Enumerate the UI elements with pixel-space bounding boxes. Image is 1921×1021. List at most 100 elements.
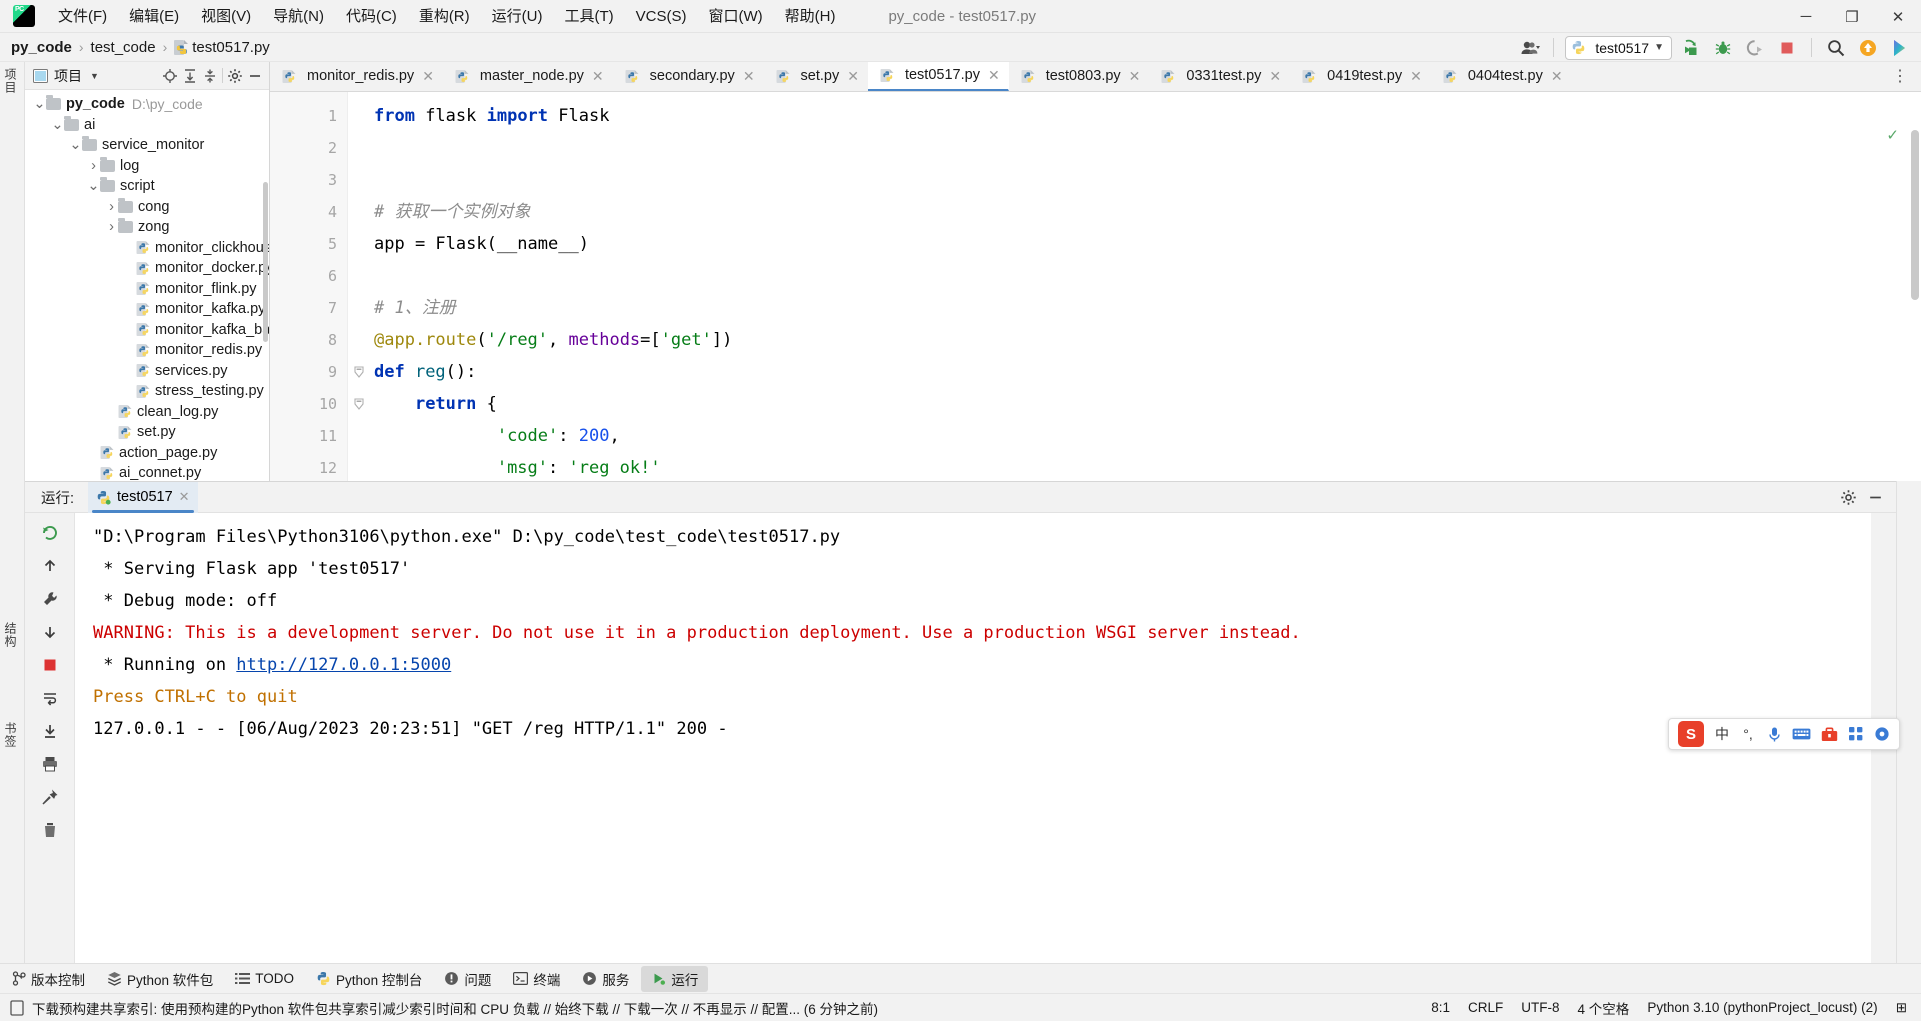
tool-window-button-[interactable]: 终端 <box>503 966 570 992</box>
rerun-icon[interactable] <box>37 521 63 545</box>
keyboard-icon[interactable] <box>1792 727 1811 741</box>
tree-item-monitor_redis.py[interactable]: monitor_redis.py <box>25 340 269 361</box>
chevron-down-icon[interactable]: ⌄ <box>51 117 64 133</box>
menu-item-edit[interactable]: 编辑(E) <box>118 0 190 33</box>
wrench-icon[interactable] <box>37 587 63 611</box>
scroll-up-icon[interactable] <box>37 554 63 578</box>
coverage-icon[interactable] <box>1742 36 1768 60</box>
close-icon[interactable]: ✕ <box>422 68 434 85</box>
python-interpreter[interactable]: Python 3.10 (pythonProject_locust) (2) <box>1647 1000 1877 1015</box>
close-icon[interactable]: ✕ <box>179 489 190 505</box>
tree-item-monitor_clickhouse.py[interactable]: monitor_clickhouse.py <box>25 238 269 259</box>
breadcrumb-item-project[interactable]: py_code <box>11 39 72 56</box>
minimize-button[interactable]: ─ <box>1783 0 1829 33</box>
line-separator[interactable]: CRLF <box>1468 1000 1503 1015</box>
editor-tab-test0803py[interactable]: test0803.py ✕ <box>1009 62 1150 91</box>
code-line[interactable]: # 1、注册 <box>374 292 1921 324</box>
code-line[interactable] <box>374 132 1921 164</box>
menu-item-navigate[interactable]: 导航(N) <box>262 0 335 33</box>
close-icon[interactable]: ✕ <box>1129 68 1141 85</box>
run-icon[interactable] <box>1678 36 1704 60</box>
chevron-down-icon[interactable]: ⌄ <box>87 178 100 194</box>
print-icon[interactable] <box>37 752 63 776</box>
tree-item-monitor_kafka_backup.py[interactable]: monitor_kafka_backup.py <box>25 320 269 341</box>
indent-setting[interactable]: 4 个空格 <box>1578 998 1630 1018</box>
close-icon[interactable]: ✕ <box>592 68 604 85</box>
menu-item-refactor[interactable]: 重构(R) <box>408 0 481 33</box>
ime-punctuation-toggle[interactable]: °, <box>1740 726 1756 742</box>
search-icon[interactable] <box>1823 36 1849 60</box>
fold-gutter[interactable] <box>348 92 370 481</box>
breadcrumb-item-folder[interactable]: test_code <box>91 39 156 56</box>
editor-tab-secondarypy[interactable]: secondary.py ✕ <box>613 62 764 91</box>
code-line[interactable] <box>374 164 1921 196</box>
notification-icon[interactable] <box>10 999 24 1016</box>
menu-item-run[interactable]: 运行(U) <box>481 0 554 33</box>
menu-item-code[interactable]: 代码(C) <box>335 0 408 33</box>
chevron-down-icon[interactable]: ▼ <box>90 71 99 81</box>
mic-icon[interactable] <box>1766 726 1782 743</box>
window-controls[interactable]: ─ ❐ ✕ <box>1783 0 1921 33</box>
tree-item-cong[interactable]: › cong <box>25 197 269 218</box>
left-strip-item-bookmarks[interactable]: 书签 <box>2 722 19 748</box>
sogou-logo-icon[interactable]: S <box>1678 721 1704 747</box>
menu-item-file[interactable]: 文件(F) <box>47 0 118 33</box>
menu-bar[interactable]: 文件(F) 编辑(E) 视图(V) 导航(N) 代码(C) 重构(R) 运行(U… <box>47 0 846 33</box>
code-line[interactable]: app = Flask(__name__) <box>374 228 1921 260</box>
editor-tab-monitor_redispy[interactable]: monitor_redis.py ✕ <box>270 62 443 91</box>
scroll-down-icon[interactable] <box>37 620 63 644</box>
tree-item-monitor_kafka.py[interactable]: monitor_kafka.py <box>25 299 269 320</box>
ime-language-toggle[interactable]: 中 <box>1714 724 1730 744</box>
tool-window-bar[interactable]: 版本控制 Python 软件包 TODO Python 控制台 问题 终端 服务 运行 <box>0 963 1921 993</box>
close-button[interactable]: ✕ <box>1875 0 1921 33</box>
toolbox-icon[interactable] <box>1821 727 1838 742</box>
run-configuration-selector[interactable]: test0517 ▼ <box>1565 35 1672 60</box>
scroll-to-end-icon[interactable] <box>37 719 63 743</box>
breadcrumb-item-file[interactable]: test0517.py <box>192 39 270 56</box>
caret-position[interactable]: 8:1 <box>1431 1000 1450 1015</box>
tree-item-ai[interactable]: ⌄ ai <box>25 115 269 136</box>
gear-icon[interactable] <box>227 68 243 84</box>
trash-icon[interactable] <box>37 818 63 842</box>
maximize-button[interactable]: ❐ <box>1829 0 1875 33</box>
fold-marker-icon[interactable] <box>348 388 370 420</box>
editor-tab-0404testpy[interactable]: 0404test.py ✕ <box>1431 62 1572 91</box>
settings-icon[interactable] <box>1874 726 1890 742</box>
tool-window-button-todo[interactable]: TODO <box>225 966 304 992</box>
run-console-output[interactable]: "D:\Program Files\Python3106\python.exe"… <box>75 513 1871 964</box>
inspection-status-icon[interactable]: ✓ <box>1886 126 1899 144</box>
code-line[interactable]: @app.route('/reg', methods=['get']) <box>374 324 1921 356</box>
gear-icon[interactable] <box>1840 489 1857 506</box>
fold-marker-icon[interactable] <box>348 356 370 388</box>
code-content[interactable]: from flask import Flask # 获取一个实例对象 app = … <box>370 92 1921 481</box>
editor-tabs-overflow[interactable]: ⋮ <box>1886 62 1921 91</box>
code-line[interactable]: 'msg': 'reg ok!' <box>374 452 1921 481</box>
code-line[interactable]: return { <box>374 388 1921 420</box>
code-line[interactable] <box>374 260 1921 292</box>
close-icon[interactable]: ✕ <box>1269 68 1281 85</box>
ime-toolbar[interactable]: S 中 °, <box>1668 718 1900 750</box>
stop-icon[interactable] <box>37 653 63 677</box>
minimize-icon[interactable] <box>247 68 263 84</box>
tree-item-stress_testing.py[interactable]: stress_testing.py <box>25 381 269 402</box>
lock-icon[interactable]: ⊞ <box>1896 1000 1907 1016</box>
project-tree[interactable]: ⌄ py_code D:\py_code ⌄ ai ⌄ service_monitor › lo… <box>25 90 269 481</box>
people-icon[interactable] <box>1520 37 1542 59</box>
tree-item-zong[interactable]: › zong <box>25 217 269 238</box>
tool-window-button-[interactable]: 版本控制 <box>2 966 95 992</box>
status-message-area[interactable]: 下载预构建共享索引: 使用预构建的Python 软件包共享索引减少索引时间和 C… <box>10 998 878 1018</box>
tool-window-button-python[interactable]: Python 控制台 <box>306 966 432 992</box>
tree-item-clean_log.py[interactable]: clean_log.py <box>25 402 269 423</box>
expand-all-icon[interactable] <box>182 68 198 84</box>
editor-scrollbar[interactable] <box>1911 130 1919 300</box>
collapse-all-icon[interactable] <box>202 68 218 84</box>
chevron-right-icon[interactable]: › <box>105 219 118 235</box>
close-icon[interactable]: ✕ <box>847 68 859 85</box>
editor-tab-0419testpy[interactable]: 0419test.py ✕ <box>1290 62 1431 91</box>
code-line[interactable]: 'code': 200, <box>374 420 1921 452</box>
chevron-down-icon[interactable]: ▼ <box>1654 42 1664 53</box>
minimize-icon[interactable] <box>1867 489 1884 506</box>
tree-item-service_monitor[interactable]: ⌄ service_monitor <box>25 135 269 156</box>
tool-window-button-[interactable]: 服务 <box>572 966 639 992</box>
close-icon[interactable]: ✕ <box>988 67 1000 84</box>
